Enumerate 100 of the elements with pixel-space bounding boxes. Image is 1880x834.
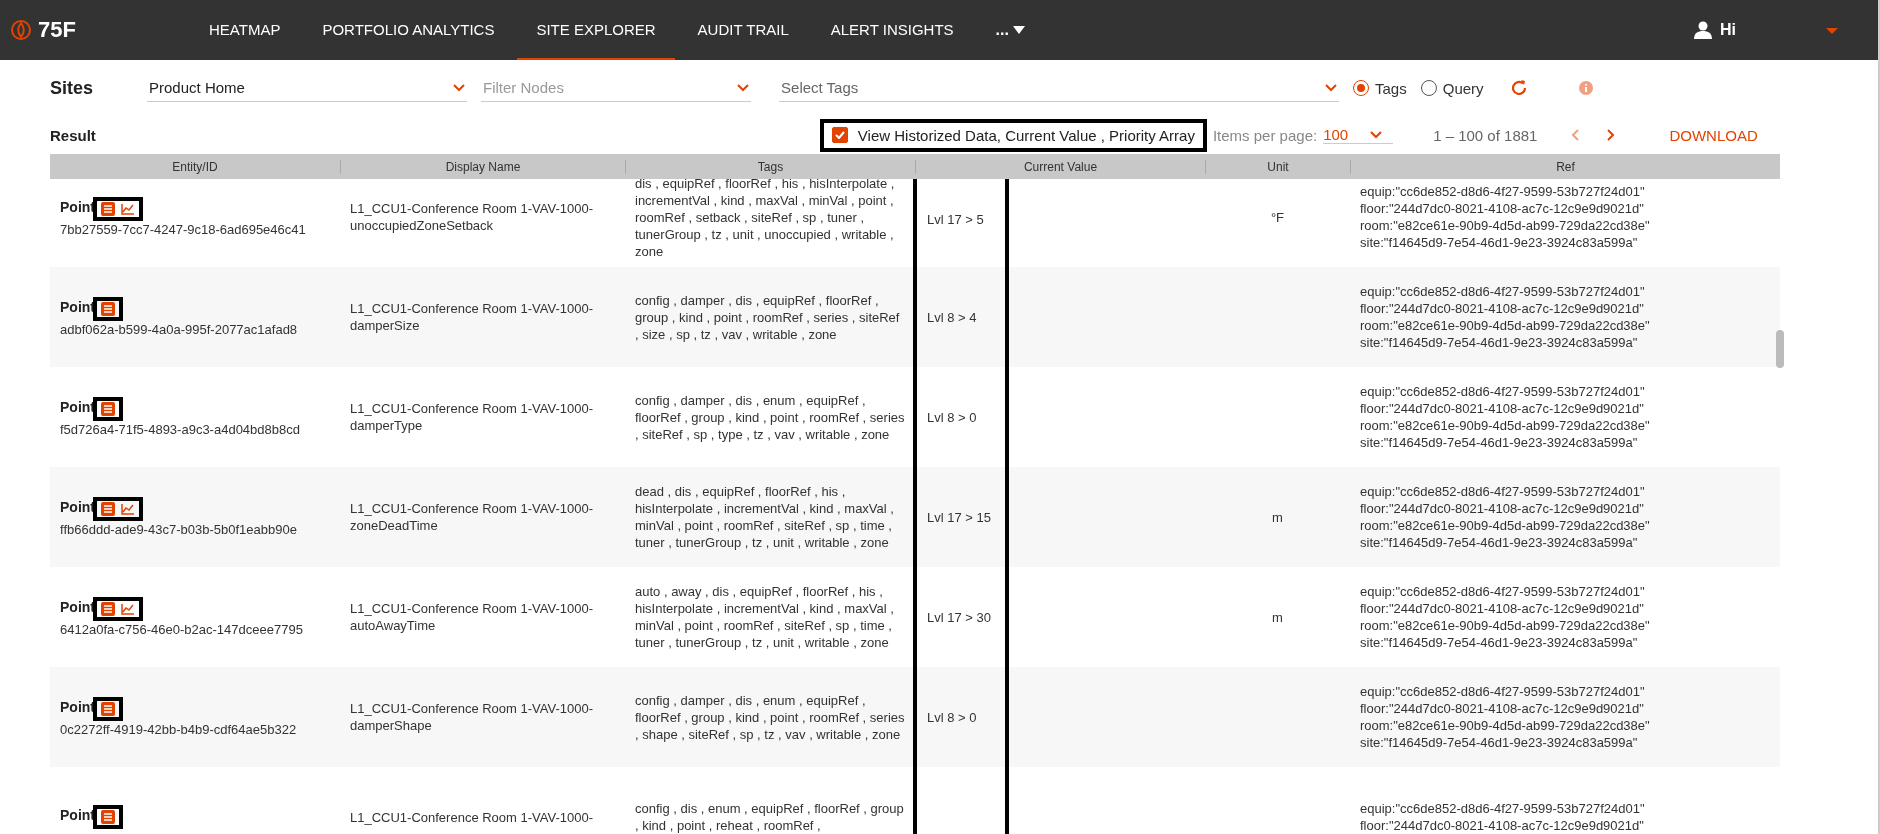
column-header[interactable]: Ref <box>1350 159 1780 174</box>
ref-line: site:"f14645d9-7e54-46d1-9e23-3924c83a599a" <box>1360 234 1639 251</box>
entity-id: adbf062a-b599-4a0a-995f-2077ac1afad8 <box>60 320 299 338</box>
dropdown-icon[interactable] <box>1826 26 1838 34</box>
display-name: L1_CCU1-Conference Room 1-VAV-1000-damperShape <box>350 700 595 734</box>
chevron-down-icon <box>453 83 466 92</box>
ref-line: room:"e82ce61e-90b9-4d5d-ab99-729da22cd38e" <box>1360 417 1651 434</box>
site-select[interactable]: Product Home <box>147 74 468 102</box>
historized-checkbox[interactable]: View Historized Data, Current Value , Priority Array <box>819 118 1207 152</box>
column-header[interactable]: Current Value <box>915 159 1205 174</box>
ref-line: equip:"cc6de852-d8d6-4f27-9599-53b727f24d01" <box>1360 383 1646 400</box>
table-icon[interactable] <box>101 401 115 416</box>
current-value: Lvl 8 > 0 <box>927 409 977 425</box>
entity-id: 6412a0fa-c756-46e0-b2ac-147dceee7795 <box>60 620 304 638</box>
tags-select[interactable]: Select Tags <box>779 74 1340 102</box>
nav-tab[interactable]: ALERT INSIGHTS <box>811 0 973 60</box>
ref-line: site:"f14645d9-7e54-46d1-9e23-3924c83a599a" <box>1360 534 1639 551</box>
display-name: L1_CCU1-Conference Room 1-VAV-1000-damperType <box>350 400 595 434</box>
ref-line: floor:"244d7dc0-8021-4108-ac7c-12c9e9d9021d" <box>1360 700 1645 717</box>
items-per-page-select[interactable]: 100 <box>1323 126 1394 144</box>
chevron-down-icon <box>1325 83 1338 92</box>
ref-line: site:"f14645d9-7e54-46d1-9e23-3924c83a599a" <box>1360 334 1639 351</box>
ref-line: equip:"cc6de852-d8d6-4f27-9599-53b727f24d01" <box>1360 800 1646 817</box>
chevron-down-icon <box>737 83 750 92</box>
ref-line: room:"e82ce61e-90b9-4d5d-ab99-729da22cd38e" <box>1360 517 1651 534</box>
entity-id: 7bb27559-7cc7-4247-9c18-6ad695e46c41 <box>60 220 307 238</box>
ref-line: equip:"cc6de852-d8d6-4f27-9599-53b727f24d01" <box>1360 283 1646 300</box>
tags-list: config , damper , dis , enum , equipRef , floorRef , group , kind , point , roomRef , series , siteRef , sp , type , tz , vav , writable , zone <box>635 391 905 443</box>
chevron-left-icon <box>1571 129 1580 141</box>
ref-line: equip:"cc6de852-d8d6-4f27-9599-53b727f24d01" <box>1360 183 1646 200</box>
nav-tab[interactable]: AUDIT TRAIL <box>678 0 808 60</box>
nav-tab[interactable]: SITE EXPLORER <box>517 0 675 60</box>
chevron-down-icon <box>1370 130 1383 139</box>
line-chart-icon[interactable] <box>121 502 135 515</box>
tags-list: dead , dis , equipRef , floorRef , his , hisInterpolate , incrementVal , kind , maxVal , minVal , point , roomRef , siteRef , sp , time , tuner , tunerGroup , tz , unit , writable , zone <box>635 483 905 551</box>
entity-type: Point <box>60 498 95 515</box>
current-value: Lvl 17 > 30 <box>927 609 991 625</box>
table-icon[interactable] <box>101 301 115 316</box>
caret-down-icon <box>1012 26 1025 34</box>
ref-line: site:"f14645d9-7e54-46d1-9e23-3924c83a599a" <box>1360 734 1639 751</box>
logo-icon <box>10 19 32 41</box>
column-header[interactable]: Tags <box>625 159 915 174</box>
tags-list: auto , away , dis , equipRef , floorRef , his , hisInterpolate , incrementVal , kind , maxVal , minVal , point , roomRef , siteRef , sp , time , tuner , tunerGroup , tz , unit , writable , zone <box>635 583 905 651</box>
page-range: 1 – 100 of 1881 <box>1433 126 1538 144</box>
entity-id: ffb66ddd-ade9-43c7-b03b-5b0f1eabb90e <box>60 520 298 538</box>
entity-type: Point <box>60 698 95 715</box>
table-icon[interactable] <box>101 601 115 616</box>
ref-line: floor:"244d7dc0-8021-4108-ac7c-12c9e9d9021d" <box>1360 817 1645 834</box>
ref-line: room:"e82ce61e-90b9-4d5d-ab99-729da22cd38e" <box>1360 317 1651 334</box>
refresh-icon[interactable] <box>1509 79 1528 97</box>
display-name: L1_CCU1-Conference Room 1-VAV-1000-zoneDeadTime <box>350 500 595 534</box>
nav-tab[interactable]: PORTFOLIO ANALYTICS <box>303 0 514 60</box>
page-title: Sites <box>50 77 94 99</box>
column-header[interactable]: Entity/ID <box>50 159 340 174</box>
logo-text: 75F <box>38 17 76 43</box>
display-name: L1_CCU1-Conference Room 1-VAV-1000-damperSize <box>350 300 595 334</box>
nav-tab[interactable]: HEATMAP <box>190 0 300 60</box>
scrollbar-thumb[interactable] <box>1776 330 1784 368</box>
column-header[interactable]: Unit <box>1205 159 1350 174</box>
user-icon[interactable] <box>1694 21 1712 39</box>
ref-line: equip:"cc6de852-d8d6-4f27-9599-53b727f24d01" <box>1360 683 1646 700</box>
ref-line: floor:"244d7dc0-8021-4108-ac7c-12c9e9d9021d" <box>1360 200 1645 217</box>
table-icon[interactable] <box>101 810 115 824</box>
more-menu[interactable]: ... <box>976 21 1044 39</box>
unit-value: m <box>1272 608 1283 626</box>
ref-line: equip:"cc6de852-d8d6-4f27-9599-53b727f24d01" <box>1360 483 1646 500</box>
ref-line: site:"f14645d9-7e54-46d1-9e23-3924c83a599a" <box>1360 634 1639 651</box>
user-name[interactable]: Hi <box>1720 21 1736 39</box>
entity-type: Point <box>60 298 95 315</box>
ref-line: room:"e82ce61e-90b9-4d5d-ab99-729da22cd38e" <box>1360 217 1651 234</box>
mode-radio[interactable]: Tags <box>1353 79 1407 97</box>
table-icon[interactable] <box>101 501 115 516</box>
ref-line: room:"e82ce61e-90b9-4d5d-ab99-729da22cd38e" <box>1360 717 1651 734</box>
column-header[interactable]: Display Name <box>340 159 625 174</box>
info-icon[interactable] <box>1577 80 1594 96</box>
checkmark-icon <box>834 131 845 139</box>
ref-line: equip:"cc6de852-d8d6-4f27-9599-53b727f24d01" <box>1360 583 1646 600</box>
result-title: Result <box>50 126 96 144</box>
unit-value: °F <box>1270 208 1285 226</box>
ref-line: room:"e82ce61e-90b9-4d5d-ab99-729da22cd38e" <box>1360 617 1651 634</box>
display-name: L1_CCU1-Conference Room 1-VAV-1000- <box>350 808 595 826</box>
download-link[interactable]: DOWNLOAD <box>1669 126 1758 144</box>
tags-list: config , damper , dis , enum , equipRef , floorRef , group , kind , point , roomRef , series , shape , siteRef , sp , tz , vav , writable , zone <box>635 691 905 743</box>
table-icon[interactable] <box>101 201 115 216</box>
entity-id: f5d726a4-71f5-4893-a9c3-a4d04bd8b8cd <box>60 420 301 438</box>
table-icon[interactable] <box>101 701 115 716</box>
ref-line: floor:"244d7dc0-8021-4108-ac7c-12c9e9d9021d" <box>1360 400 1645 417</box>
entity-type: Point <box>60 598 95 615</box>
current-value: Lvl 8 > 0 <box>927 709 977 725</box>
display-name: L1_CCU1-Conference Room 1-VAV-1000-unoccupiedZoneSetback <box>350 200 595 234</box>
entity-type: Point <box>60 198 95 215</box>
items-per-page-label: Items per page: <box>1212 126 1318 144</box>
current-value: Lvl 8 > 4 <box>927 309 977 325</box>
mode-radio[interactable]: Query <box>1420 79 1484 97</box>
display-name: L1_CCU1-Conference Room 1-VAV-1000-autoAwayTime <box>350 600 595 634</box>
chevron-right-icon <box>1607 129 1616 141</box>
ref-line: floor:"244d7dc0-8021-4108-ac7c-12c9e9d9021d" <box>1360 600 1645 617</box>
line-chart-icon[interactable] <box>121 202 135 215</box>
current-value: Lvl 17 > 5 <box>927 211 984 227</box>
line-chart-icon[interactable] <box>121 602 135 615</box>
